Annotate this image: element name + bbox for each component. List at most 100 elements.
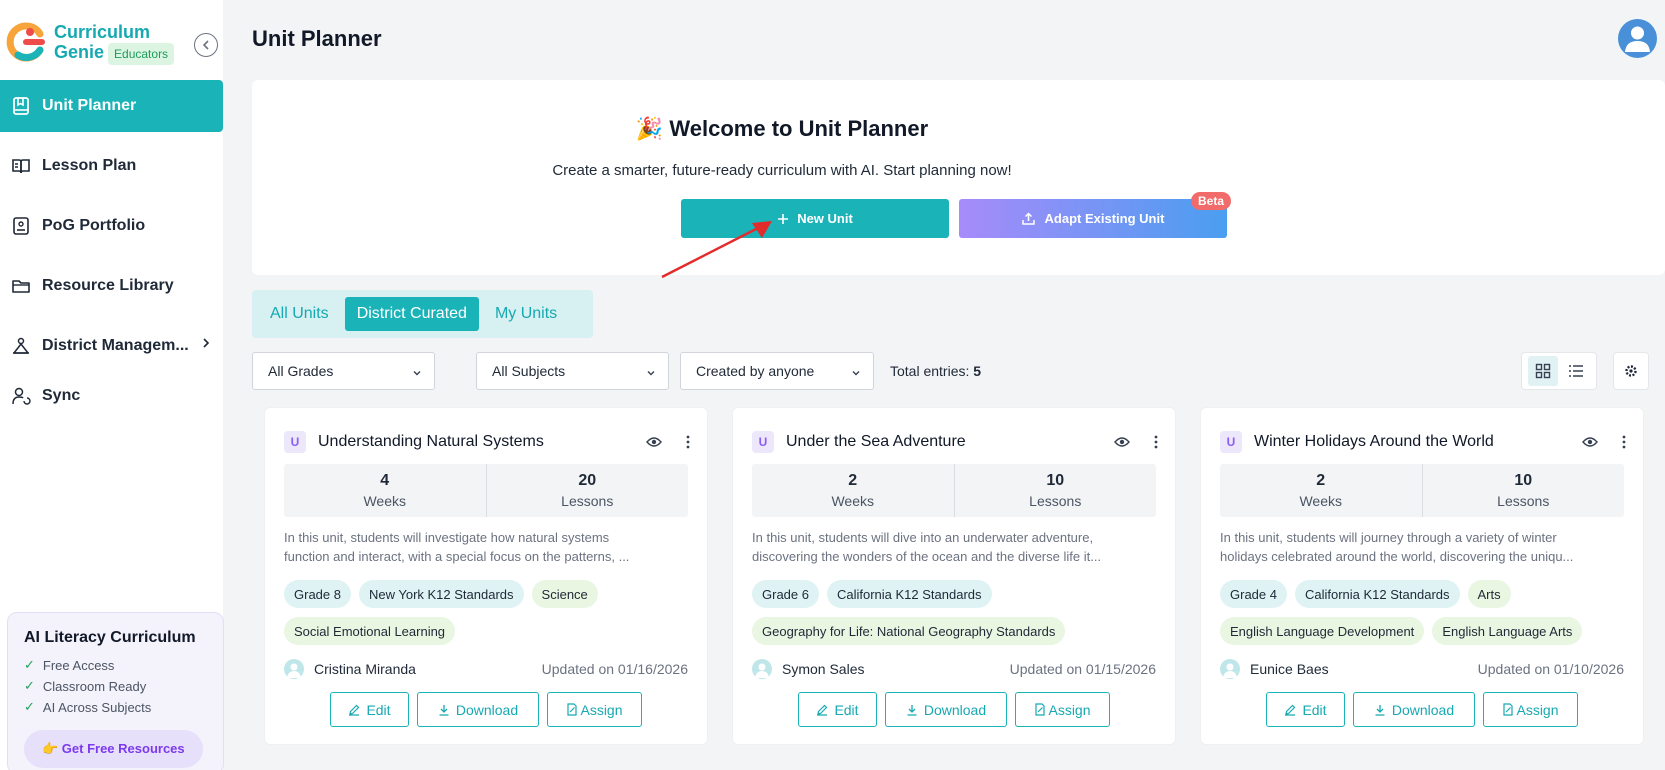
more-vertical-icon[interactable] [1619, 435, 1629, 449]
lessons-stat: 10 Lessons [953, 464, 1157, 517]
edit-button[interactable]: Edit [798, 692, 877, 727]
author-name: Symon Sales [782, 661, 865, 677]
list-view-button[interactable] [1561, 356, 1591, 386]
card-title[interactable]: Under the Sea Adventure [786, 433, 1111, 451]
subject-filter-select[interactable]: All Subjects [476, 352, 669, 390]
pencil-icon [816, 704, 828, 716]
updated-date: Updated on 01/15/2026 [1009, 661, 1156, 677]
settings-button[interactable] [1613, 352, 1649, 390]
collapse-sidebar-button[interactable] [194, 33, 218, 57]
unit-card[interactable]: U Winter Holidays Around the World 2 Wee… [1200, 407, 1644, 745]
promo-item-label: AI Across Subjects [42, 699, 152, 715]
sync-user-icon [10, 385, 32, 407]
card-header: U Understanding Natural Systems [284, 429, 693, 455]
tag-standard: New York K12 Standards [358, 580, 524, 608]
card-author: Symon Sales [752, 659, 864, 679]
chevron-down-icon [851, 365, 861, 381]
grid-view-button[interactable] [1527, 356, 1558, 386]
adapt-unit-label: Adapt Existing Unit [1044, 211, 1165, 226]
card-tags: Grade 4 California K12 Standards Arts Engli… [1220, 580, 1630, 654]
gear-icon [1625, 365, 1637, 377]
tag-grade: Grade 6 [752, 580, 819, 608]
tab-my-units[interactable]: My Units [483, 297, 569, 331]
chevron-down-icon [646, 365, 656, 381]
sidebar-item-lesson-plan[interactable]: Lesson Plan [0, 140, 223, 192]
card-header: U Winter Holidays Around the World [1220, 429, 1629, 455]
tag-grade: Grade 4 [1220, 580, 1287, 608]
card-actions: Edit Download Assign [265, 692, 707, 727]
card-title[interactable]: Understanding Natural Systems [318, 433, 643, 451]
party-popper-icon: 🎉 [635, 116, 664, 141]
unit-card[interactable]: U Understanding Natural Systems 4 Weeks … [264, 407, 708, 745]
tag-subject: English Language Development [1220, 617, 1425, 645]
card-description: In this unit, students will journey thro… [1220, 528, 1615, 566]
more-vertical-icon[interactable] [683, 435, 693, 449]
card-title[interactable]: Winter Holidays Around the World [1254, 433, 1579, 451]
weeks-label: Weeks [831, 493, 875, 509]
weeks-label: Weeks [363, 493, 407, 509]
edit-label: Edit [1302, 701, 1327, 718]
card-description: In this unit, students will dive into an… [752, 528, 1147, 566]
sidebar-item-resource-library[interactable]: Resource Library [0, 260, 223, 312]
unit-icon: U [284, 431, 306, 453]
author-avatar [284, 659, 304, 679]
lessons-stat: 20 Lessons [485, 464, 689, 517]
get-free-resources-button[interactable]: 👉 Get Free Resources [24, 730, 203, 768]
download-button[interactable]: Download [417, 692, 539, 727]
open-book-icon [10, 155, 32, 177]
card-tags: Grade 6 California K12 Standards Geography… [752, 580, 1162, 654]
eye-icon[interactable] [1111, 436, 1133, 448]
download-button[interactable]: Download [1353, 692, 1475, 727]
edit-button[interactable]: Edit [1266, 692, 1345, 727]
weeks-stat: 2 Weeks [752, 464, 954, 517]
description-line-1: In this unit, students will journey thro… [1220, 530, 1557, 545]
folder-icon [10, 275, 32, 297]
total-entries: Total entries: 5 [890, 363, 981, 379]
edit-button[interactable]: Edit [330, 692, 409, 727]
eye-icon[interactable] [1579, 436, 1601, 448]
tag-subject: English Language Arts [1432, 617, 1583, 645]
weeks-stat: 2 Weeks [1220, 464, 1422, 517]
more-vertical-icon[interactable] [1151, 435, 1161, 449]
brand[interactable]: Curriculum Genie Educators [6, 22, 175, 65]
lessons-label: Lessons [1497, 493, 1550, 509]
eye-icon[interactable] [643, 436, 665, 448]
ai-literacy-promo: AI Literacy Curriculum ✓ Free Access ✓ Cla… [7, 612, 224, 770]
weeks-count: 4 [380, 472, 390, 489]
sidebar-item-sync[interactable]: Sync [0, 370, 223, 422]
download-label: Download [1391, 701, 1455, 718]
assign-button[interactable]: Assign [1483, 692, 1578, 727]
educators-badge: Educators [108, 42, 175, 65]
sidebar-item-label: Resource Library [42, 277, 174, 294]
description-line-1: In this unit, students will dive into an… [752, 530, 1094, 545]
sidebar-item-pog-portfolio[interactable]: PoG Portfolio [0, 200, 223, 252]
user-avatar[interactable] [1618, 19, 1657, 58]
download-icon [906, 704, 918, 716]
check-icon: ✓ [24, 678, 35, 693]
author-avatar [752, 659, 772, 679]
edit-label: Edit [366, 701, 391, 718]
sidebar-item-unit-planner[interactable]: Unit Planner [0, 80, 223, 132]
assign-icon [566, 703, 578, 716]
adapt-existing-unit-button[interactable]: Adapt Existing Unit Beta [959, 192, 1231, 238]
edit-label: Edit [834, 701, 859, 718]
download-button[interactable]: Download [885, 692, 1007, 727]
hierarchy-icon [10, 335, 32, 357]
grade-filter-select[interactable]: All Grades [252, 352, 435, 390]
sidebar-nav: Unit Planner Lesson Plan PoG Portfolio R… [0, 80, 223, 430]
welcome-title-text: Welcome to Unit Planner [669, 116, 929, 141]
sidebar-item-label: Sync [42, 387, 81, 404]
promo-item-label: Classroom Ready [42, 678, 147, 694]
check-icon: ✓ [24, 657, 35, 672]
assign-button[interactable]: Assign [1015, 692, 1110, 727]
creator-filter-select[interactable]: Created by anyone [680, 352, 874, 390]
tab-district-curated[interactable]: District Curated [344, 297, 479, 331]
assign-button[interactable]: Assign [547, 692, 642, 727]
sidebar-item-district-management[interactable]: District Managem... [0, 320, 223, 372]
lessons-count: 10 [1514, 472, 1533, 489]
tab-all-units[interactable]: All Units [258, 297, 341, 331]
promo-item: ✓ AI Across Subjects [24, 699, 223, 715]
promo-item: ✓ Classroom Ready [24, 678, 223, 694]
unit-card[interactable]: U Under the Sea Adventure 2 Weeks 10 Les… [732, 407, 1176, 745]
upload-icon [1021, 212, 1035, 225]
